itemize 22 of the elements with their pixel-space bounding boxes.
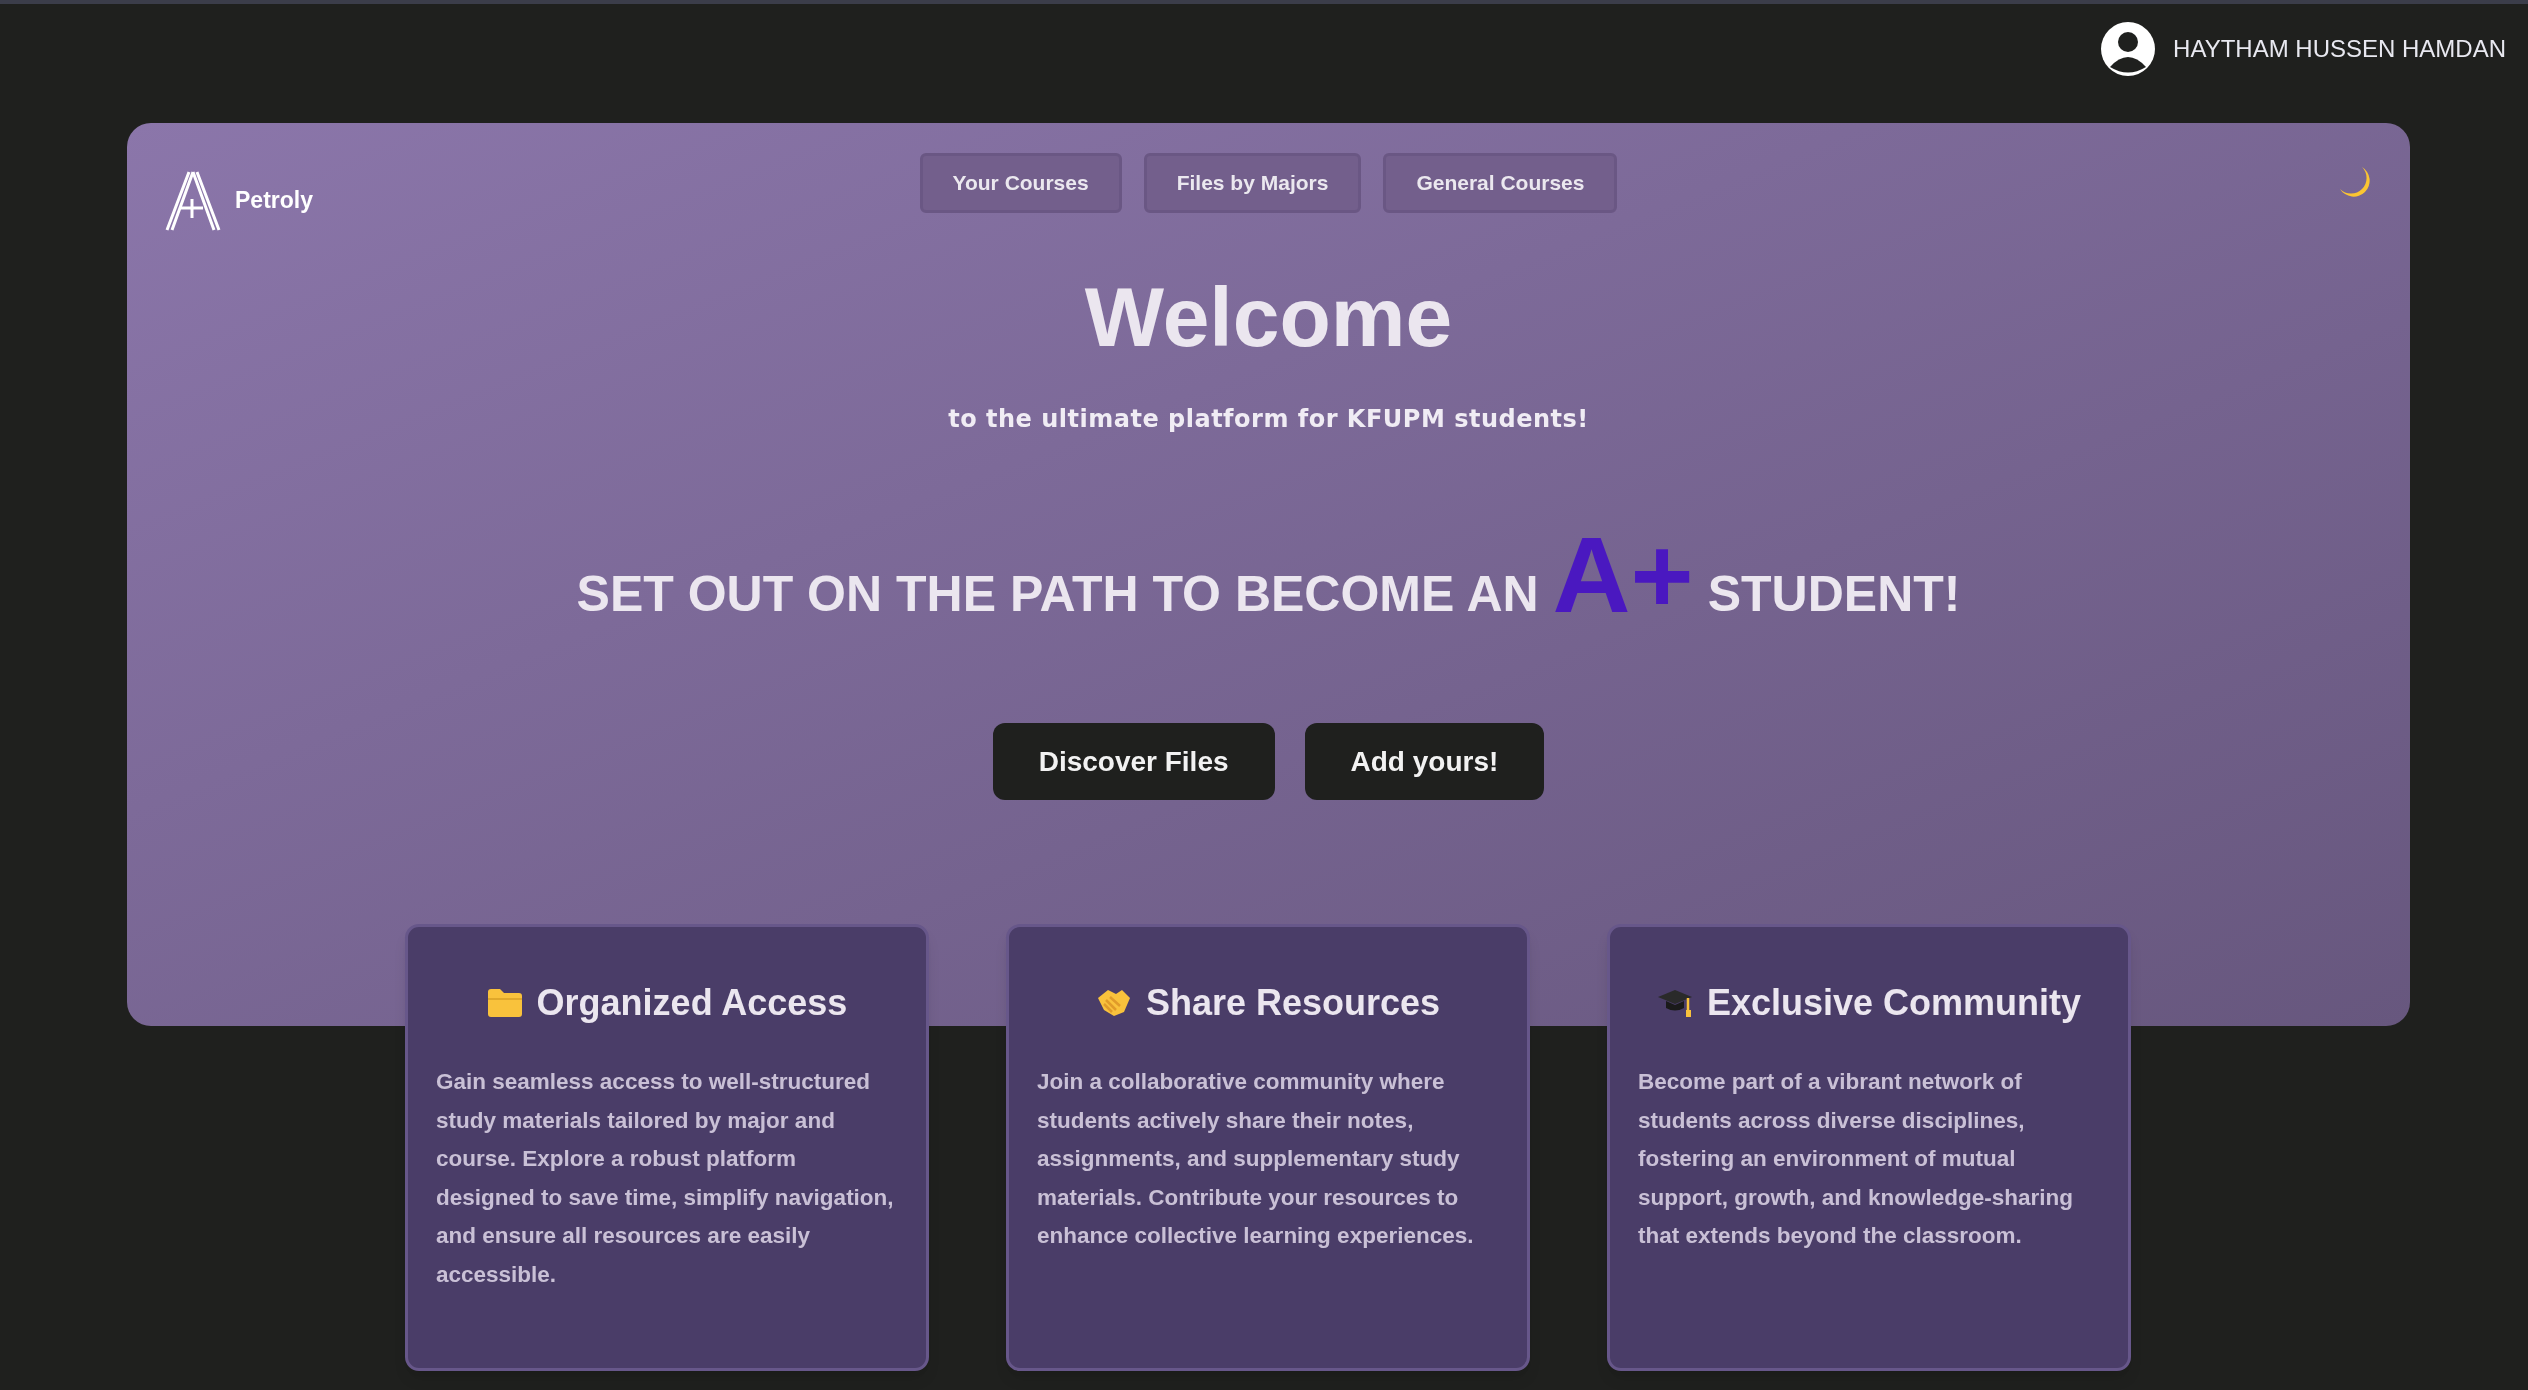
headline: STUDENT!	[1707, 569, 1961, 623]
graduation-cap-icon	[1656, 987, 1693, 1019]
handshake-icon	[1095, 988, 1132, 1018]
welcome-title: Welcome	[1083, 275, 1454, 359]
user-avatar-icon[interactable]	[2101, 22, 2156, 76]
feature-title: Organized Access	[536, 985, 848, 1021]
feature-description: Become part of a vibrant network of students across diverse disciplines, fostering an environment of mutual support, growth, and knowledge-sharing that extends beyond the classroom.	[1638, 1068, 2074, 1250]
nav-button[interactable]: Your Courses	[919, 153, 1122, 213]
feature-title: Share Resources	[1145, 985, 1441, 1021]
welcome-subtitle: to the ultimate platform for KFUPM students!	[947, 404, 1590, 435]
action-button[interactable]: Discover Files	[992, 723, 1275, 800]
feature-description: Join a collaborative community where students actively share their notes, assignments, and supplementary study materials. Contribute your resources to enhance collective learning experiences.	[1037, 1068, 1475, 1250]
feature-title: Exclusive Community	[1706, 985, 2082, 1021]
action-button[interactable]: Add yours!	[1304, 723, 1545, 800]
nav-button[interactable]: General Courses	[1383, 153, 1618, 213]
brand-name[interactable]: Petroly	[235, 182, 313, 218]
headline: SET OUT ON THE PATH TO BECOME AN	[576, 569, 1539, 623]
folder-icon	[486, 988, 523, 1018]
grade-mark: A+	[1552, 521, 1694, 629]
nav-button[interactable]: Files by Majors	[1143, 153, 1362, 213]
user-name[interactable]: HAYTHAM HUSSEN HAMDAN	[2173, 31, 2506, 67]
feature-description: Gain seamless access to well-structured study materials tailored by major and course. Explore a robust platform designed to save time, simplify navigation, and ensure all resources are easily accessible.	[436, 1068, 895, 1289]
